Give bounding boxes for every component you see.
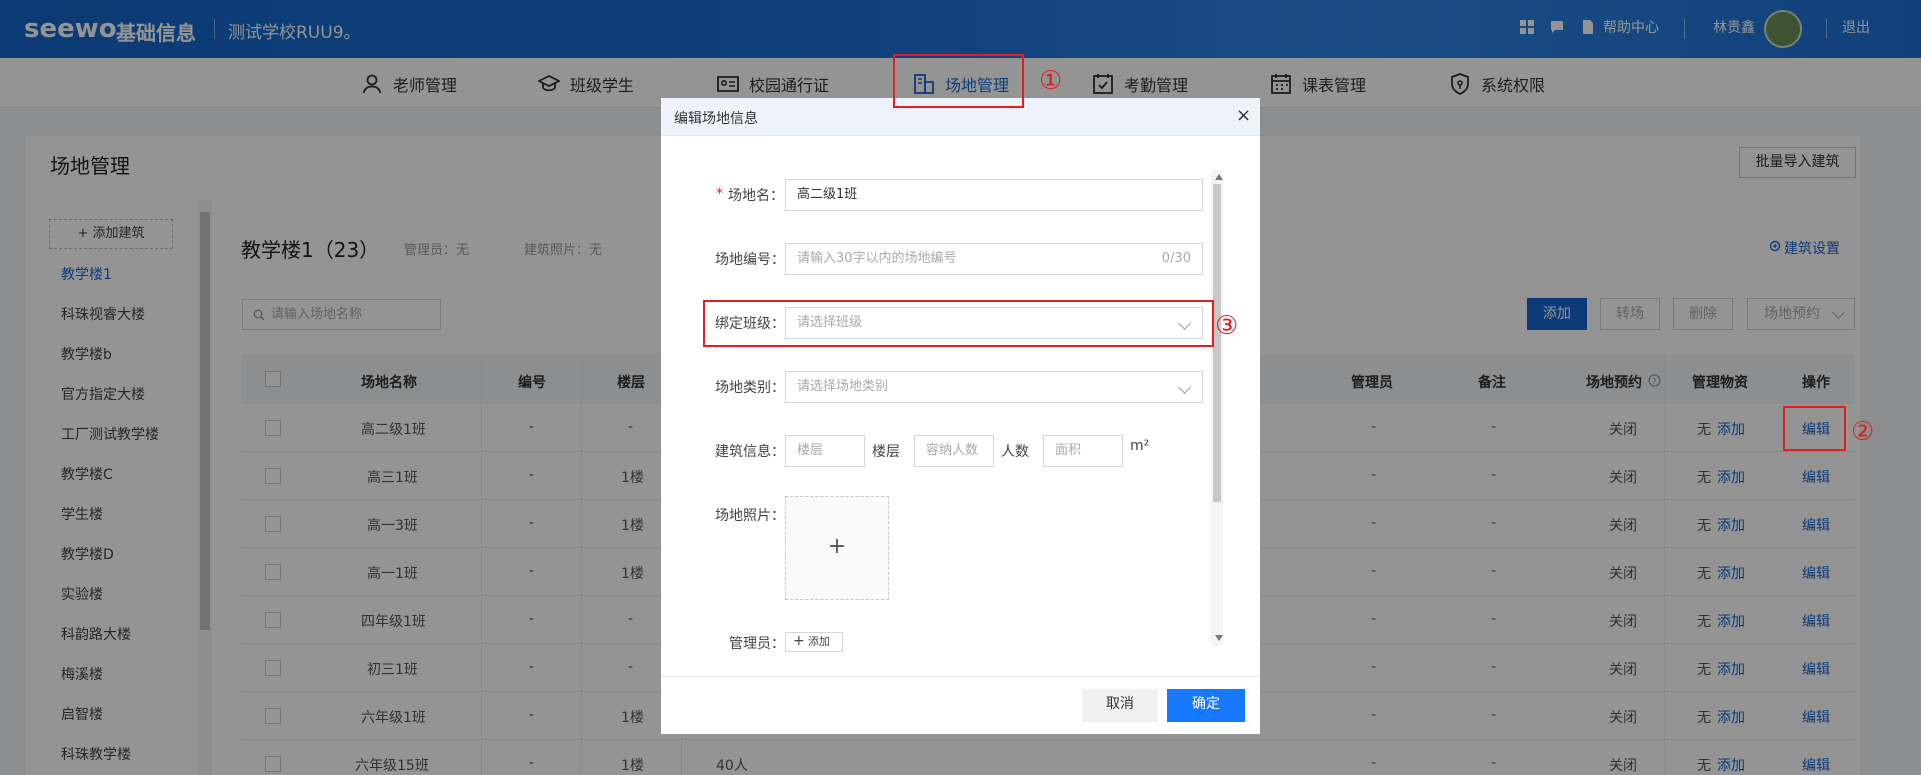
venue-name-label: 场地名：	[728, 188, 784, 204]
venue-code-placeholder: 请输入30字以内的场地编号	[797, 251, 957, 266]
dialog-scrollbar-thumb[interactable]	[1213, 184, 1221, 502]
venue-name-input[interactable]: 高二级1班	[785, 179, 1203, 211]
annotation-box-class	[703, 300, 1214, 347]
required-mark: *	[716, 186, 723, 202]
manager-label: 管理员：	[729, 636, 785, 652]
floor-input[interactable]: 楼层	[785, 435, 865, 467]
venue-type-label: 场地类别：	[715, 380, 785, 396]
capacity-placeholder: 容纳人数	[926, 443, 979, 458]
venue-photo-label: 场地照片：	[715, 508, 785, 524]
annotation-marker-1: ①	[1039, 66, 1063, 96]
annotation-marker-2: ②	[1851, 417, 1875, 447]
venue-type-placeholder: 请选择场地类别	[797, 379, 889, 394]
building-info-label: 建筑信息：	[715, 444, 785, 460]
venue-code-counter: 0/30	[1161, 251, 1191, 266]
edit-venue-dialog: 编辑场地信息 × * 场地名： 高二级1班 场地编号： 请输入30字以内的场地编…	[661, 98, 1260, 734]
chevron-down-icon	[1178, 381, 1191, 394]
area-unit: m²	[1130, 438, 1150, 454]
capacity-input[interactable]: 容纳人数	[914, 435, 994, 467]
cancel-button[interactable]: 取消	[1082, 689, 1158, 722]
capacity-unit: 人数	[1001, 444, 1029, 460]
area-placeholder: 面积	[1055, 443, 1082, 458]
floor-unit: 楼层	[872, 444, 900, 460]
dialog-title: 编辑场地信息	[674, 111, 758, 127]
close-icon[interactable]: ×	[1236, 105, 1251, 126]
plus-icon: +	[793, 633, 805, 649]
photo-upload[interactable]: +	[785, 496, 889, 600]
area-input[interactable]: 面积	[1043, 435, 1123, 467]
plus-icon: +	[827, 534, 847, 559]
venue-code-label: 场地编号：	[715, 252, 785, 268]
annotation-box-nav	[893, 54, 1024, 108]
venue-code-input[interactable]: 请输入30字以内的场地编号 0/30	[785, 243, 1203, 275]
dialog-footer-divider	[661, 676, 1260, 677]
add-manager-button[interactable]: + 添加	[785, 632, 843, 652]
scroll-down-icon[interactable]	[1215, 635, 1223, 641]
annotation-box-edit	[1783, 406, 1846, 451]
scroll-up-icon[interactable]	[1215, 174, 1223, 180]
add-manager-label: 添加	[808, 635, 830, 648]
venue-type-select[interactable]: 请选择场地类别	[785, 371, 1203, 403]
annotation-marker-3: ③	[1215, 311, 1239, 341]
confirm-button[interactable]: 确定	[1167, 689, 1245, 722]
venue-name-value: 高二级1班	[797, 187, 858, 202]
floor-placeholder: 楼层	[797, 443, 824, 458]
